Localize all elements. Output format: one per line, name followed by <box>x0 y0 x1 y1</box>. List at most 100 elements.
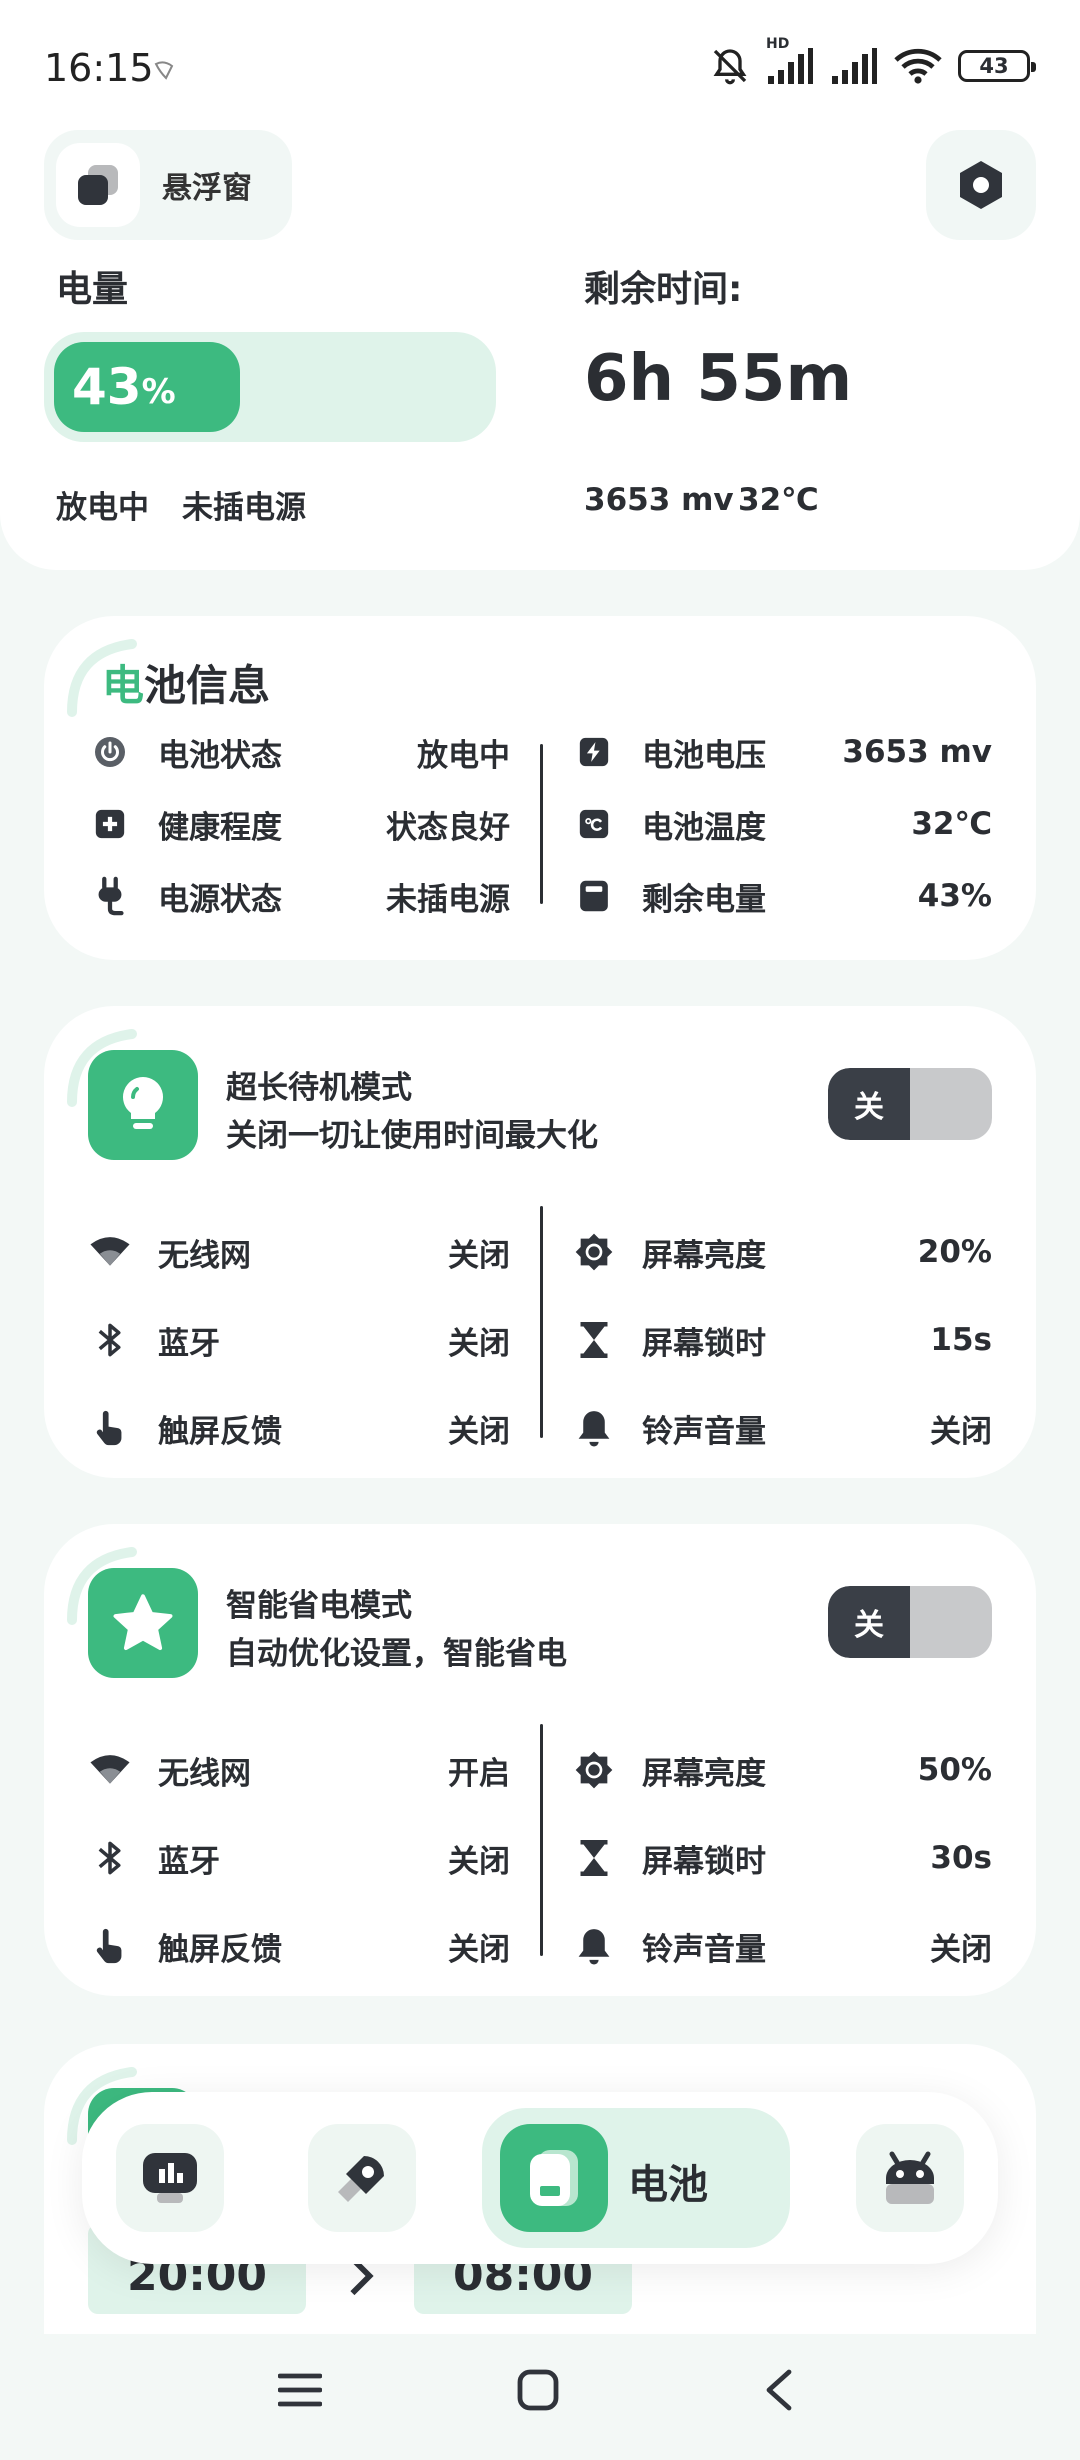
setting-row-wifi: 无线网 开启 <box>88 1748 510 1792</box>
setting-label: 屏幕亮度 <box>642 1237 766 1274</box>
setting-label: 蓝牙 <box>158 1325 220 1362</box>
setting-label: 屏幕亮度 <box>642 1755 766 1792</box>
nav-boost-button[interactable] <box>308 2124 416 2232</box>
setting-label: 蓝牙 <box>158 1843 220 1880</box>
menu-icon <box>278 2370 322 2410</box>
android-robot-icon <box>880 2150 940 2206</box>
nav-android-button[interactable] <box>856 2124 964 2232</box>
power-label: 电量 <box>56 269 129 310</box>
setting-label: 触屏反馈 <box>158 1413 282 1450</box>
info-label: 电池温度 <box>642 809 766 846</box>
setting-value: 20% <box>917 1234 992 1270</box>
bell-icon <box>572 1924 616 1968</box>
monitor-icon <box>141 2151 199 2205</box>
setting-row-bluetooth: 蓝牙 关闭 <box>88 1836 510 1880</box>
system-navigation-bar <box>0 2334 1080 2460</box>
brightness-icon <box>572 1748 616 1792</box>
setting-value: 关闭 <box>448 1237 510 1274</box>
info-value: 43% <box>917 878 992 914</box>
hourglass-icon <box>572 1318 616 1362</box>
ultra-standby-toggle[interactable]: 关 <box>828 1068 992 1140</box>
setting-value: 关闭 <box>930 1413 992 1450</box>
setting-row-brightness: 屏幕亮度 50% <box>572 1748 992 1792</box>
ultra-standby-card: 超长待机模式 关闭一切让使用时间最大化 关 无线网 关闭 蓝牙 关闭 触屏反馈 … <box>44 1006 1036 1478</box>
bell-icon <box>572 1406 616 1450</box>
star-icon <box>88 1568 198 1678</box>
ultra-standby-title: 超长待机模式 <box>226 1070 412 1106</box>
info-row-health: 健康程度 状态良好 <box>88 802 510 846</box>
setting-label: 无线网 <box>158 1755 251 1792</box>
battery-box-icon <box>572 874 616 918</box>
smart-saving-toggle[interactable]: 关 <box>828 1586 992 1658</box>
health-plus-icon <box>88 802 132 846</box>
setting-label: 屏幕锁时 <box>642 1843 766 1880</box>
thermometer-icon <box>572 802 616 846</box>
battery-percent-unit: % <box>141 372 176 412</box>
nav-monitor-button[interactable] <box>116 2124 224 2232</box>
bluetooth-icon <box>88 1318 132 1362</box>
header-voltage: 3653 mv <box>584 482 734 518</box>
float-window-button[interactable]: 悬浮窗 <box>44 130 292 240</box>
toggle-knob: 关 <box>828 1068 910 1140</box>
power-icon <box>88 730 132 774</box>
signal-hd-icon: HD <box>766 36 814 86</box>
setting-value: 开启 <box>448 1755 510 1792</box>
notification-icon <box>152 58 176 82</box>
title-accent: 电 <box>102 661 145 710</box>
battery-percent: 43 <box>72 358 142 416</box>
info-row-battery-status: 电池状态 放电中 <box>88 730 510 774</box>
setting-row-bluetooth: 蓝牙 关闭 <box>88 1318 510 1362</box>
setting-value: 15s <box>930 1322 992 1358</box>
smart-saving-title: 智能省电模式 <box>226 1588 412 1624</box>
setting-label: 铃声音量 <box>642 1931 766 1968</box>
header-temperature: 32℃ <box>738 482 819 518</box>
power-source: 未插电源 <box>182 490 306 526</box>
setting-value: 关闭 <box>448 1413 510 1450</box>
info-label: 健康程度 <box>158 809 282 846</box>
info-label: 电源状态 <box>158 881 282 918</box>
rocket-icon <box>332 2148 392 2208</box>
battery-info-card: 电池信息 电池状态 放电中 健康程度 状态良好 电源状态 未插电源 电池电压 3… <box>44 616 1036 960</box>
column-divider <box>540 744 543 904</box>
setting-value: 30s <box>930 1840 992 1876</box>
charge-state: 放电中 <box>56 490 149 526</box>
setting-row-screen-timeout: 屏幕锁时 30s <box>572 1836 992 1880</box>
remaining-time-label: 剩余时间: <box>584 269 743 310</box>
battery-level-bar: 43% <box>44 332 496 442</box>
setting-row-ringer-volume: 铃声音量 关闭 <box>572 1924 992 1968</box>
info-label: 电池电压 <box>642 737 766 774</box>
battery-header: 悬浮窗 电量 剩余时间: 43% 6h 55m 放电中 未插电源 3653 mv… <box>0 120 1080 570</box>
back-button[interactable] <box>748 2360 808 2420</box>
ultra-standby-description: 关闭一切让使用时间最大化 <box>226 1118 598 1154</box>
home-button[interactable] <box>508 2360 568 2420</box>
plug-icon <box>88 874 132 918</box>
menu-button[interactable] <box>270 2360 330 2420</box>
settings-hexagon-icon <box>957 159 1005 211</box>
nav-battery-tab[interactable]: 电池 <box>482 2108 790 2248</box>
nav-battery-label: 电池 <box>628 2162 708 2208</box>
bluetooth-icon <box>88 1836 132 1880</box>
lightbulb-icon <box>88 1050 198 1160</box>
bell-off-icon <box>710 46 750 86</box>
battery-info-title: 电池信息 <box>102 652 270 713</box>
bolt-icon <box>572 730 616 774</box>
brightness-icon <box>572 1230 616 1274</box>
touch-icon <box>88 1924 132 1968</box>
status-time: 16:15 <box>44 46 154 90</box>
setting-row-haptics: 触屏反馈 关闭 <box>88 1924 510 1968</box>
settings-button[interactable] <box>926 130 1036 240</box>
back-chevron-icon <box>763 2368 793 2412</box>
setting-value: 关闭 <box>448 1325 510 1362</box>
setting-label: 铃声音量 <box>642 1413 766 1450</box>
setting-row-screen-timeout: 屏幕锁时 15s <box>572 1318 992 1362</box>
setting-label: 屏幕锁时 <box>642 1325 766 1362</box>
setting-row-wifi: 无线网 关闭 <box>88 1230 510 1274</box>
info-row-voltage: 电池电压 3653 mv <box>572 730 992 774</box>
setting-label: 无线网 <box>158 1237 251 1274</box>
smart-saving-card: 智能省电模式 自动优化设置，智能省电 关 无线网 开启 蓝牙 关闭 触屏反馈 关… <box>44 1524 1036 1996</box>
network-badge: HD <box>766 36 790 52</box>
info-value: 3653 mv <box>842 734 992 770</box>
info-value: 放电中 <box>417 737 510 774</box>
bottom-navigation: 电池 <box>82 2092 998 2264</box>
info-row-temperature: 电池温度 32℃ <box>572 802 992 846</box>
